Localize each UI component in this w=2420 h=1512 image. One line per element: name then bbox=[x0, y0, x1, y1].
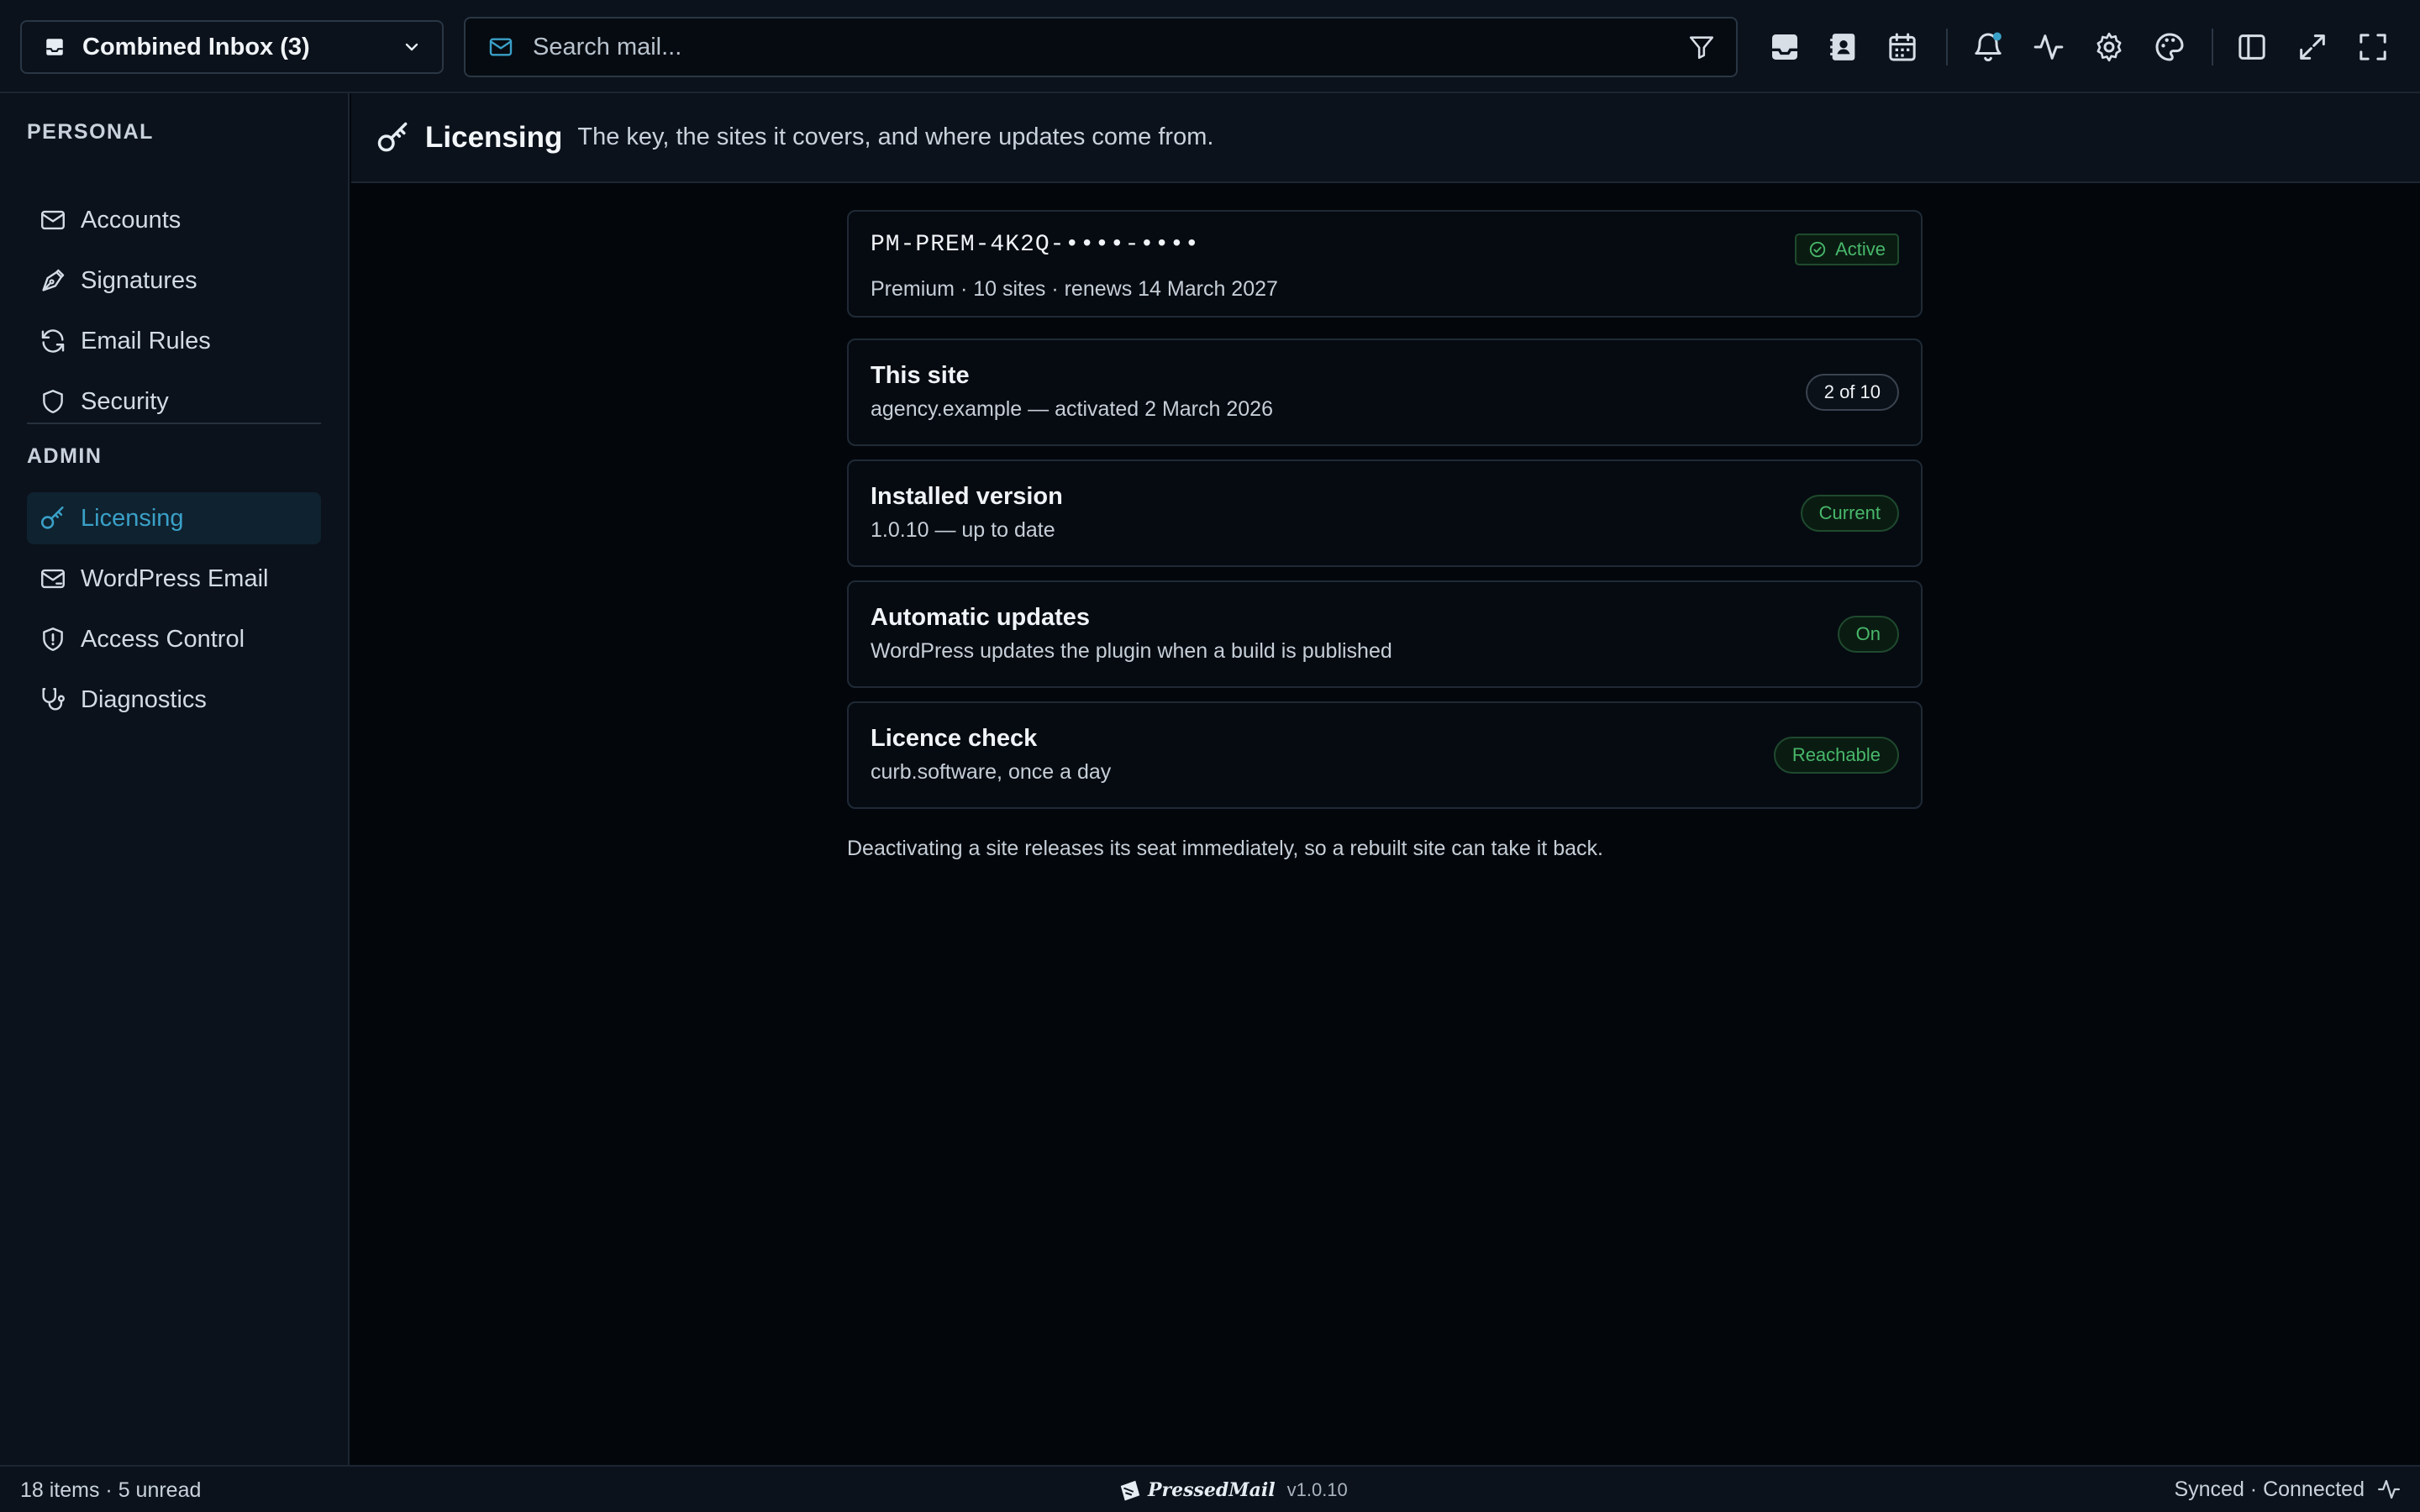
deactivation-note: Deactivating a site releases its seat im… bbox=[847, 837, 1603, 860]
page-subtitle: The key, the sites it covers, and where … bbox=[577, 123, 1214, 150]
license-key-card: PM-PREM-4K2Q-••••-•••• Premium · 10 site… bbox=[847, 210, 1923, 318]
activity-icon[interactable] bbox=[2032, 30, 2065, 64]
card-title: Installed version bbox=[871, 483, 1063, 510]
sync-status-text: Synced · Connected bbox=[2174, 1477, 2365, 1501]
key-icon bbox=[377, 122, 408, 151]
sidebar-item-label: Access Control bbox=[81, 625, 245, 653]
mail-icon bbox=[489, 38, 513, 56]
palette-icon[interactable] bbox=[2153, 30, 2186, 64]
toolbar-divider-2 bbox=[2212, 29, 2213, 66]
card-title: This site bbox=[871, 362, 970, 389]
sidebar-item-label: Diagnostics bbox=[81, 685, 207, 713]
status-badge-label: Active bbox=[1835, 239, 1886, 260]
sidebar-item-licensing[interactable]: Licensing bbox=[27, 492, 321, 544]
mail-open-icon bbox=[41, 569, 65, 589]
status-badge-active: Active bbox=[1795, 234, 1899, 265]
inbox-icon bbox=[46, 39, 63, 55]
sidebar-item-wordpress-email[interactable]: WordPress Email bbox=[27, 553, 321, 605]
fullscreen-icon[interactable] bbox=[2356, 30, 2390, 64]
automatic-updates-card: Automatic updates WordPress updates the … bbox=[847, 580, 1923, 688]
pen-icon bbox=[42, 269, 65, 291]
mail-icon bbox=[41, 210, 65, 230]
check-circle-icon bbox=[1809, 241, 1826, 258]
sidebar-item-access-control[interactable]: Access Control bbox=[27, 613, 321, 665]
card-title: Automatic updates bbox=[871, 604, 1091, 631]
sidebar-divider bbox=[27, 423, 321, 424]
sidebar-heading-personal: PERSONAL bbox=[27, 120, 154, 144]
stethoscope-icon bbox=[42, 688, 65, 711]
brand-name: PressedMail bbox=[1148, 1479, 1276, 1501]
gear-icon[interactable] bbox=[2092, 30, 2126, 64]
installed-version-card: Installed version 1.0.10 — up to date Cu… bbox=[847, 459, 1923, 567]
toolbar-divider bbox=[1946, 29, 1948, 66]
sidebar-item-label: WordPress Email bbox=[81, 564, 269, 592]
status-badge-on: On bbox=[1837, 616, 1899, 653]
inbox-view-icon[interactable] bbox=[1768, 30, 1802, 64]
sidebar-item-diagnostics[interactable]: Diagnostics bbox=[27, 674, 321, 726]
sidebar-item-label: Security bbox=[81, 387, 169, 415]
sidebar-item-label: Accounts bbox=[81, 206, 182, 234]
search-input[interactable] bbox=[533, 33, 1687, 61]
activity-icon bbox=[2378, 1479, 2400, 1499]
sync-status: Synced · Connected bbox=[2174, 1477, 2402, 1502]
inbox-selector[interactable]: Combined Inbox (3) bbox=[20, 20, 444, 74]
status-badge-current: Current bbox=[1800, 495, 1899, 532]
key-icon bbox=[40, 506, 64, 529]
brand-area: PressedMail v1.0.10 bbox=[1118, 1475, 1348, 1505]
sidebar-item-accounts[interactable]: Accounts bbox=[27, 194, 321, 246]
sidebar: PERSONAL Accounts Signatures Email Rules… bbox=[0, 93, 350, 1465]
license-key: PM-PREM-4K2Q-••••-•••• bbox=[871, 232, 1200, 258]
sidebar-item-signatures[interactable]: Signatures bbox=[27, 255, 321, 307]
refresh-icon bbox=[41, 329, 65, 353]
sidebar-toggle-icon[interactable] bbox=[2235, 30, 2269, 64]
card-title: Licence check bbox=[871, 725, 1038, 752]
card-detail: WordPress updates the plugin when a buil… bbox=[871, 639, 1392, 663]
contacts-icon[interactable] bbox=[1827, 30, 1860, 64]
brand-logo-icon bbox=[1120, 1480, 1140, 1501]
status-badge-reachable: Reachable bbox=[1773, 737, 1899, 774]
shield-icon bbox=[43, 390, 63, 413]
sidebar-item-security[interactable]: Security bbox=[27, 375, 321, 428]
search-bar bbox=[464, 17, 1738, 77]
item-count: 18 items · 5 unread bbox=[20, 1478, 202, 1502]
license-plan-detail: Premium · 10 sites · renews 14 March 202… bbox=[871, 277, 1278, 301]
sidebar-item-label: Licensing bbox=[81, 504, 184, 532]
inbox-selector-label: Combined Inbox (3) bbox=[82, 33, 310, 60]
chevron-down-icon bbox=[405, 43, 418, 51]
sidebar-item-label: Email Rules bbox=[81, 327, 211, 354]
filter-icon[interactable] bbox=[1687, 33, 1716, 61]
licence-check-card: Licence check curb.software, once a day … bbox=[847, 701, 1923, 809]
expand-icon[interactable] bbox=[2296, 30, 2329, 64]
page-title: Licensing bbox=[425, 120, 563, 154]
sidebar-item-label: Signatures bbox=[81, 266, 197, 294]
page-header: Licensing The key, the sites it covers, … bbox=[351, 93, 2420, 183]
this-site-card: This site agency.example — activated 2 M… bbox=[847, 339, 1923, 446]
card-detail: agency.example — activated 2 March 2026 bbox=[871, 397, 1273, 421]
seat-count-badge: 2 of 10 bbox=[1805, 374, 1899, 411]
sidebar-item-email-rules[interactable]: Email Rules bbox=[27, 315, 321, 367]
app-version: v1.0.10 bbox=[1286, 1479, 1348, 1500]
top-bar: Combined Inbox (3) bbox=[0, 0, 2420, 93]
bell-icon[interactable] bbox=[1971, 30, 2005, 64]
card-detail: 1.0.10 — up to date bbox=[871, 518, 1055, 542]
sidebar-heading-admin: ADMIN bbox=[27, 444, 103, 468]
status-bar: 18 items · 5 unread PressedMail v1.0.10 … bbox=[0, 1465, 2420, 1512]
shield-alert-icon bbox=[43, 627, 63, 651]
calendar-icon[interactable] bbox=[1886, 30, 1919, 64]
card-detail: curb.software, once a day bbox=[871, 760, 1112, 784]
